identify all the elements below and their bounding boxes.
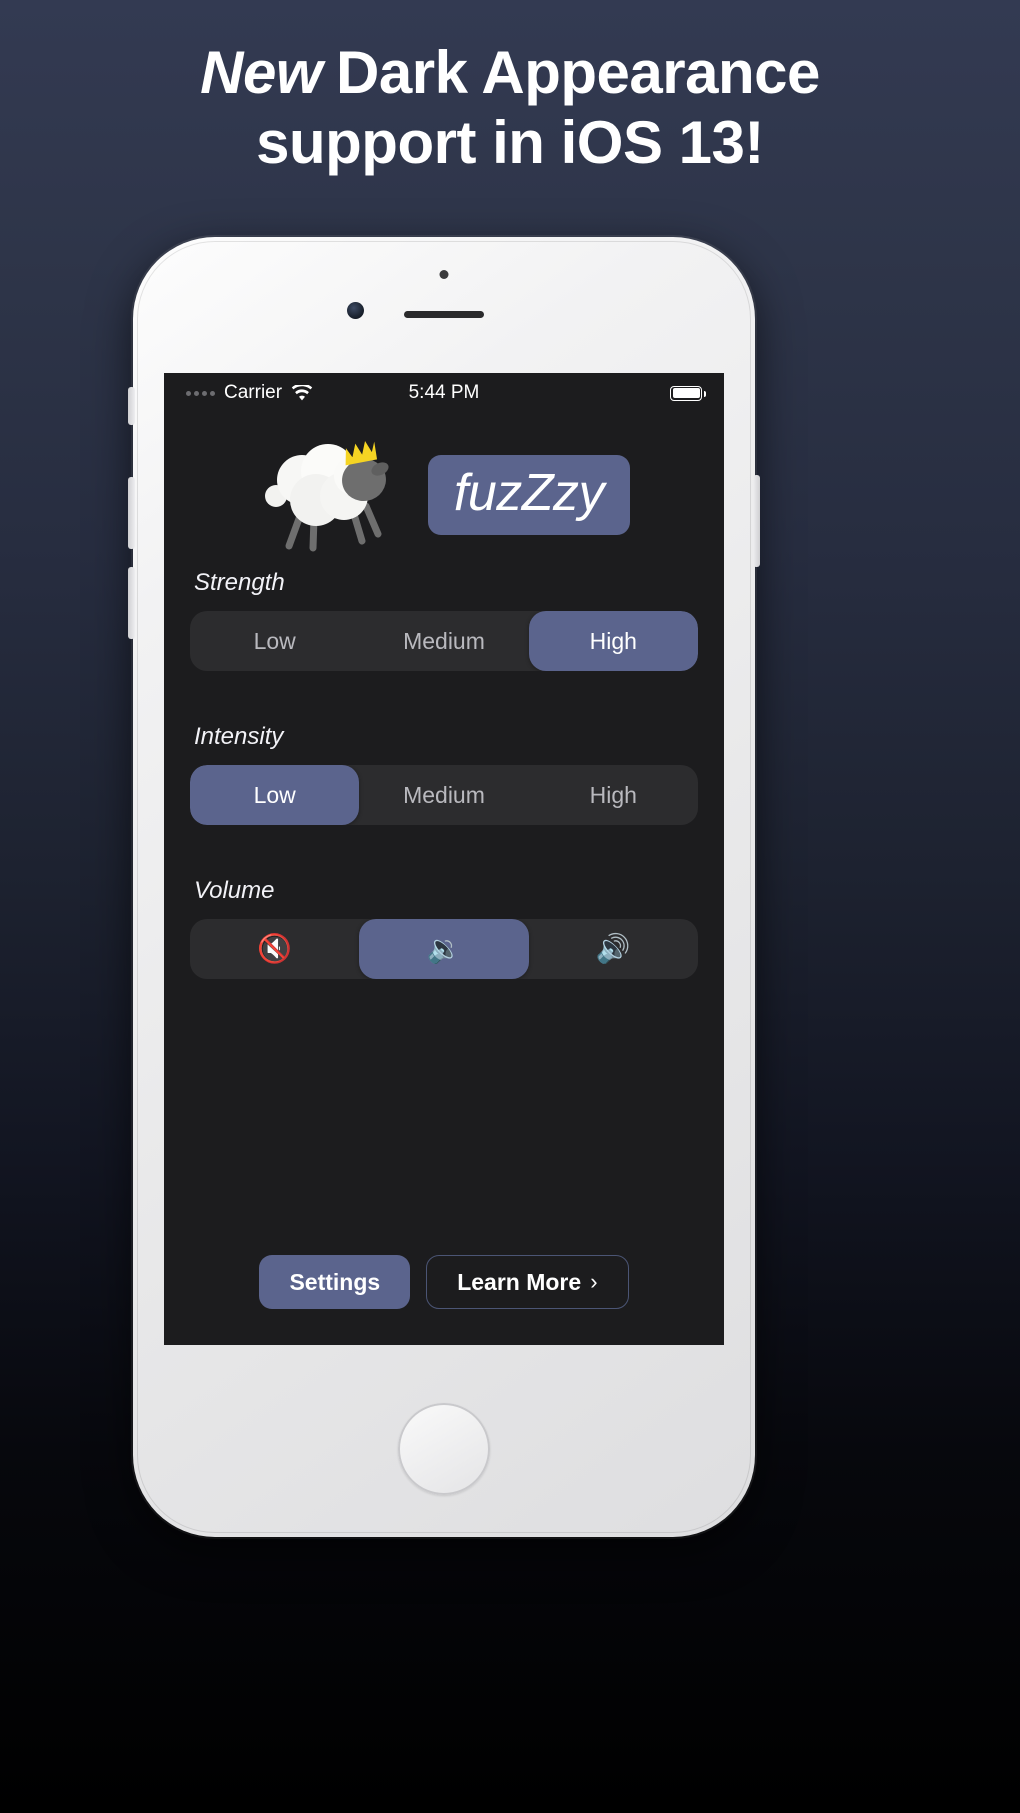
silent-switch[interactable]	[128, 387, 135, 425]
intensity-option-high[interactable]: High	[529, 765, 698, 825]
footer-actions: Settings Learn More ›	[164, 1255, 724, 1309]
status-bar-right	[670, 385, 706, 401]
intensity-segmented-control[interactable]: Low Medium High	[190, 765, 698, 825]
headline-rest: Dark Appearance	[336, 39, 820, 106]
volume-up-button[interactable]	[128, 477, 135, 549]
settings-button[interactable]: Settings	[259, 1255, 411, 1309]
phone-mockup: Carrier 5:44 PM fuzZzy Strength Low Medi…	[128, 237, 760, 1537]
carrier-label: Carrier	[224, 382, 283, 403]
status-bar: Carrier 5:44 PM	[164, 373, 724, 413]
headline-emphasis: New	[200, 39, 323, 106]
section-volume: Volume 🔇 🔉 🔊	[164, 877, 724, 979]
volume-option-low[interactable]: 🔉	[359, 919, 529, 979]
ambient-sensor-icon	[439, 270, 449, 279]
speaker-low-icon: 🔉	[426, 933, 462, 964]
status-bar-left: Carrier	[186, 382, 313, 404]
chevron-right-icon: ›	[590, 1269, 598, 1294]
strength-label: Strength	[194, 569, 285, 596]
page-title: New Dark Appearance support in iOS 13!	[0, 38, 1020, 177]
section-strength: Strength Low Medium High	[164, 569, 724, 671]
speaker-high-icon: 🔊	[595, 933, 631, 964]
sheep-with-crown-icon	[258, 438, 408, 553]
strength-segmented-control[interactable]: Low Medium High	[190, 611, 698, 671]
strength-option-medium[interactable]: Medium	[359, 611, 528, 671]
intensity-option-low[interactable]: Low	[190, 765, 360, 825]
home-button[interactable]	[398, 1403, 490, 1495]
intensity-option-medium[interactable]: Medium	[359, 765, 528, 825]
volume-option-high[interactable]: 🔊	[529, 919, 698, 979]
volume-option-muted[interactable]: 🔇	[190, 919, 359, 979]
app-logo-row: fuzZzy	[164, 435, 724, 555]
front-camera-icon	[347, 302, 364, 319]
intensity-label: Intensity	[194, 723, 284, 750]
power-button[interactable]	[753, 475, 760, 567]
volume-segmented-control[interactable]: 🔇 🔉 🔊	[190, 919, 698, 979]
volume-down-button[interactable]	[128, 567, 135, 639]
wifi-icon	[291, 384, 313, 402]
learn-more-label: Learn More	[457, 1268, 582, 1295]
learn-more-button[interactable]: Learn More ›	[426, 1255, 629, 1309]
strength-option-low[interactable]: Low	[190, 611, 359, 671]
phone-screen: Carrier 5:44 PM fuzZzy Strength Low Medi…	[164, 373, 724, 1345]
headline-line2: support in iOS 13!	[256, 108, 764, 176]
battery-full-icon	[670, 385, 706, 401]
app-wordmark: fuzZzy	[427, 455, 631, 535]
strength-option-high[interactable]: High	[528, 611, 698, 671]
volume-label: Volume	[194, 877, 275, 904]
signal-dots-icon	[186, 390, 215, 396]
earpiece-speaker-icon	[404, 311, 484, 318]
app-content: Strength Low Medium High Intensity Low M…	[164, 569, 724, 1345]
section-intensity: Intensity Low Medium High	[164, 723, 724, 825]
speaker-muted-icon: 🔇	[257, 933, 293, 964]
